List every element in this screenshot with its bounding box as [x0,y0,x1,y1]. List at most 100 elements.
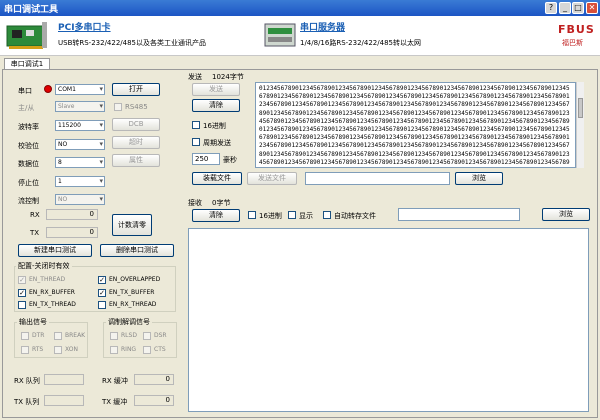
send-button[interactable]: 发送 [192,83,240,96]
send-hex-label: 16进制 [203,122,226,130]
modem-signals-checkbox[interactable] [110,346,118,354]
output-signals-label: XON [65,346,78,353]
config-group-title: 配置-关闭时有效 [16,261,72,271]
tx-queue-label: TX 队列 [14,398,40,406]
receive-file-path-input[interactable] [398,208,520,221]
rs485-checkbox[interactable] [114,103,122,111]
master-select-value: Slave [58,103,75,110]
modem-signals-checkbox[interactable] [110,332,118,340]
fbus-logo-subtext: 福巴斯 [562,39,583,47]
periodic-send-checkbox[interactable] [192,138,200,146]
load-file-button[interactable]: 装载文件 [192,172,242,185]
send-hex-checkbox[interactable] [192,121,200,129]
help-button[interactable]: ? [545,2,557,14]
display-checkbox[interactable] [288,211,296,219]
rx-buffer-value: 0 [134,374,174,385]
periodic-send-label: 周期发送 [203,139,231,147]
send-file-button[interactable]: 发送文件 [247,172,297,185]
output-signals-label: RTS [32,346,44,353]
pci-card-icon [6,22,47,49]
rx-count-value: 0 [46,209,98,220]
baud-select-value: 115200 [58,122,81,129]
ad2-title[interactable]: 串口服务器 [300,20,345,33]
flow-control-label: 流控制 [18,197,39,205]
attributes-button[interactable]: 属性 [112,154,160,167]
output-signals-checkbox[interactable] [54,346,62,354]
stop-bits-label: 停止位 [18,179,39,187]
tx-buffer-value: 0 [134,395,174,406]
config-checkbox[interactable]: ✓ [18,289,26,297]
baud-select[interactable]: 115200 [55,120,105,131]
config-checkbox[interactable]: ✓ [98,276,106,284]
modem-signals-label: RING [121,346,137,353]
modem-signals-label: CTS [154,346,166,353]
receive-header-label: 接收 [188,199,202,207]
send-textarea[interactable]: 0123456789012345678901234567890123456789… [255,82,576,168]
output-signals-checkbox[interactable] [21,332,29,340]
rx-queue-value [44,374,84,385]
receive-browse-button[interactable]: 浏览 [542,208,590,221]
output-signals-checkbox[interactable] [54,332,62,340]
send-scroll-thumb[interactable] [578,98,583,118]
receive-hex-checkbox[interactable] [248,211,256,219]
clear-count-button[interactable]: 计数清零 [112,214,152,236]
parity-label: 校验位 [18,142,39,150]
receive-hex-label: 16进制 [259,212,282,220]
display-label: 显示 [299,212,313,220]
period-unit-label: 豪秒 [223,156,237,164]
ad1-title[interactable]: PCI多串口卡 [58,20,111,33]
timeout-button[interactable]: 超时 [112,136,160,149]
receive-textarea[interactable] [188,228,589,412]
period-input[interactable]: 250 [192,153,220,165]
rx-buffer-label: RX 缓冲 [102,377,128,385]
config-label: EN_OVERLAPPED [109,276,161,283]
data-bits-label: 数据位 [18,160,39,168]
send-scrollbar[interactable] [576,82,584,168]
data-bits-select-value: 8 [58,159,62,166]
send-file-path-input[interactable] [305,172,450,185]
parity-select[interactable]: NO [55,139,105,150]
window-title: 串口调试工具 [4,5,59,15]
config-checkbox[interactable] [98,301,106,309]
dcb-button[interactable]: DCB [112,118,160,131]
master-label: 主/从 [18,104,35,112]
send-clear-button[interactable]: 清除 [192,99,240,112]
new-test-button[interactable]: 新建串口测试 [18,244,92,257]
receive-clear-button[interactable]: 清除 [192,209,240,222]
output-signals-checkbox[interactable] [21,346,29,354]
parity-select-value: NO [58,141,68,148]
tx-queue-value [44,395,84,406]
modem-signals-checkbox[interactable] [143,346,151,354]
baud-label: 波特率 [18,123,39,131]
config-checkbox[interactable]: ✓ [98,289,106,297]
send-browse-button[interactable]: 浏览 [455,172,503,185]
stop-bits-select-value: 1 [58,178,62,185]
modem-signals-label: DSR [154,332,167,339]
maximize-button[interactable]: □ [572,2,584,14]
modem-signals-title: 调制解调信号 [106,317,152,327]
data-bits-select[interactable]: 8 [55,157,105,168]
port-select[interactable]: COM1 [55,84,105,95]
config-label: EN_RX_BUFFER [29,289,75,296]
config-checkbox[interactable] [18,301,26,309]
master-select[interactable]: Slave [55,101,105,112]
autosave-checkbox[interactable] [323,211,331,219]
open-button[interactable]: 打开 [112,83,160,96]
stop-bits-select[interactable]: 1 [55,176,105,187]
ad1-subtitle: USB转RS-232/422/485以及各类工业通讯产品 [58,39,207,47]
rx-queue-label: RX 队列 [14,377,40,385]
modem-signals-checkbox[interactable] [143,332,151,340]
send-byte-count: 1024字节 [212,73,244,81]
config-checkbox[interactable]: ✓ [18,276,26,284]
fbus-logo: FBUS [558,23,595,36]
title-bar: 串口调试工具 ? _ □ ✕ [0,0,600,16]
delete-test-button[interactable]: 删除串口测试 [100,244,174,257]
rs485-label: RS485 [125,103,148,111]
flow-control-select[interactable]: NO [55,194,105,205]
output-signals-title: 输出信号 [17,317,49,327]
tx-buffer-label: TX 缓冲 [102,398,128,406]
close-button[interactable]: ✕ [586,2,598,14]
tx-count-value: 0 [46,227,98,238]
modem-signals-label: RLSD [121,332,137,339]
minimize-button[interactable]: _ [559,2,571,14]
